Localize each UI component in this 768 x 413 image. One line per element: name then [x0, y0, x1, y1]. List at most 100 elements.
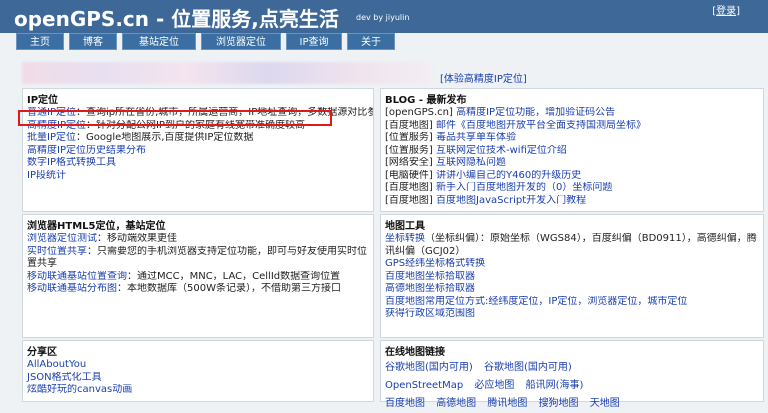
list-item: 高德地图坐标拾取器 — [381, 283, 763, 296]
nav-blog[interactable]: 博客 — [69, 33, 117, 50]
list-item: 高精度IP定位：针对分配公网IP到户的家庭有线宽带准确度较高 — [23, 120, 373, 133]
ip-range-stats-link[interactable]: IP段统计 — [27, 170, 66, 181]
blog-post-link[interactable]: 毒品共享单车体验 — [436, 132, 516, 143]
google-maps-link[interactable]: 谷歌地图(国内可用) — [385, 362, 473, 373]
blog-panel: BLOG - 最新发布 [openGPS.cn] 高精度IP定位功能，增加验证码… — [380, 88, 764, 212]
nav-home[interactable]: 主页 — [16, 33, 64, 50]
list-item: 百度地图坐标拾取器 — [381, 271, 763, 284]
ip-location-panel: IP定位 普通IP定位：查询ip所在省份,城市，所属运营商，IP地址查询，多数据… — [22, 88, 374, 212]
online-maps-panel: 在线地图链接 谷歌地图(国内可用) 谷歌地图(国内可用) OpenStreetM… — [380, 340, 764, 409]
panel-title: 分享区 — [27, 347, 57, 358]
blog-post-link[interactable]: 互联网隐私问题 — [436, 157, 506, 168]
list-item: 高精度IP定位历史结果分布 — [23, 145, 373, 158]
baidu-coord-picker-link[interactable]: 百度地图坐标拾取器 — [385, 271, 475, 282]
browser-html5-panel: 浏览器HTML5定位，基站定位 浏览器定位测试：移动端效果更佳 实时位置共享：只… — [22, 214, 374, 338]
list-item: GPS经纬坐标格式转换 — [381, 258, 763, 271]
list-item: [openGPS.cn] 高精度IP定位功能，增加验证码公告 — [381, 107, 763, 120]
site-logo[interactable]: openGPS.cn - 位置服务,点亮生活 — [14, 3, 339, 32]
batch-ip-location-link[interactable]: 批量IP定位 — [27, 132, 76, 143]
list-item: [电脑硬件] 讲讲小编自己的Y460的升级历史 — [381, 170, 763, 183]
panel-title: 浏览器HTML5定位，基站定位 — [27, 221, 166, 232]
try-high-accuracy-ip-link[interactable]: [体验高精度IP定位] — [440, 70, 527, 85]
item-desc: ：针对分配公网IP到户的家庭有线宽带准确度较高 — [85, 119, 305, 131]
blog-tag: [电脑硬件] — [385, 169, 433, 181]
byline: dev by jiyulin — [356, 13, 410, 22]
realtime-location-share-link[interactable]: 实时位置共享 — [27, 246, 87, 257]
nav-browser-location[interactable]: 浏览器定位 — [201, 33, 281, 50]
list-item: 移动联通基站位置查询：通过MCC，MNC，LAC，CellId数据查询位置 — [23, 271, 373, 284]
list-item: JSON格式化工具 — [23, 372, 373, 385]
list-item: 数字IP格式转换工具 — [23, 157, 373, 170]
list-item: 炫酷好玩的canvas动画 — [23, 384, 373, 397]
amap-coord-picker-link[interactable]: 高德地图坐标拾取器 — [385, 283, 475, 294]
item-desc: ：通过MCC，MNC，LAC，CellId数据查询位置 — [127, 270, 341, 282]
openstreetmap-link[interactable]: OpenStreetMap — [385, 380, 463, 391]
item-desc: ：移动端效果更佳 — [97, 233, 177, 244]
canvas-animation-link[interactable]: 炫酷好玩的canvas动画 — [27, 384, 132, 395]
numeric-ip-convert-link[interactable]: 数字IP格式转换工具 — [27, 157, 116, 168]
map-links-row: 百度地图 高德地图 腾讯地图 搜狗地图 天地图 — [381, 395, 763, 413]
google-maps-link-2[interactable]: 谷歌地图(国内可用) — [484, 362, 572, 373]
blog-post-link[interactable]: 互联网定位技术-wifi定位介绍 — [436, 145, 567, 156]
blog-post-link[interactable]: 新手入门百度地图开发的（0）坐标问题 — [436, 182, 612, 193]
item-desc: （坐标纠偏）：原始坐标（WGS84），百度纠偏（BD0911），高德纠偏，腾讯纠… — [385, 233, 757, 257]
json-format-link[interactable]: JSON格式化工具 — [27, 372, 102, 383]
banner: [体验高精度IP定位] — [22, 62, 762, 85]
map-tools-panel: 地图工具 坐标转换（坐标纠偏）：原始坐标（WGS84），百度纠偏（BD0911）… — [380, 214, 764, 338]
blog-tag: [百度地图] — [385, 182, 433, 193]
ip-history-distribution-link[interactable]: 高精度IP定位历史结果分布 — [27, 145, 146, 156]
item-desc: ：查询ip所在省份,城市，所属运营商，IP地址查询，多数据源对比参考 — [75, 107, 373, 118]
login-link[interactable]: 登录 — [716, 6, 736, 17]
list-item: 移动联通基站分布图：本地数据库（500W条记录），不借助第三方接口 — [23, 283, 373, 296]
list-item: 实时位置共享：只需要您的手机浏览器支持定位功能，即可与好友使用实时位置共享 — [23, 246, 373, 271]
list-item: AllAboutYou — [23, 359, 373, 372]
blog-post-link[interactable]: 邮件《百度地图开放平台全面支持国测局坐标》 — [436, 120, 646, 131]
panel-title: 地图工具 — [385, 221, 425, 232]
high-accuracy-ip-location-link[interactable]: 高精度IP定位 — [27, 120, 86, 131]
list-item: [百度地图] 新手入门百度地图开发的（0）坐标问题 — [381, 182, 763, 195]
list-item: IP段统计 — [23, 170, 373, 183]
login-bracket-close: ] — [736, 6, 740, 17]
cell-station-query-link[interactable]: 移动联通基站位置查询 — [27, 271, 127, 282]
nav-about[interactable]: 关于 — [347, 33, 395, 50]
shipxy-link[interactable]: 船讯网(海事) — [526, 380, 584, 391]
list-item: [百度地图] 百度地图JavaScript开发入门教程 — [381, 195, 763, 208]
normal-ip-location-link[interactable]: 普通IP定位 — [27, 107, 76, 118]
browser-location-test-link[interactable]: 浏览器定位测试 — [27, 233, 97, 244]
list-item: 百度地图常用定位方式:经纬度定位，IP定位，浏览器定位，城市定位 — [381, 296, 763, 309]
item-desc: ：本地数据库（500W条记录），不借助第三方接口 — [117, 283, 341, 294]
admin-region-map-link[interactable]: 获得行政区域范围图 — [385, 308, 475, 319]
panel-title: IP定位 — [27, 95, 59, 106]
allaboutyou-link[interactable]: AllAboutYou — [27, 359, 86, 370]
share-panel: 分享区 AllAboutYou JSON格式化工具 炫酷好玩的canvas动画 — [22, 340, 374, 402]
list-item: 浏览器定位测试：移动端效果更佳 — [23, 233, 373, 246]
map-links-row: OpenStreetMap 必应地图 船讯网(海事) — [381, 377, 763, 395]
list-item: 坐标转换（坐标纠偏）：原始坐标（WGS84），百度纠偏（BD0911），高德纠偏… — [381, 233, 763, 258]
login-area: [登录] — [712, 2, 740, 17]
blog-post-link[interactable]: 百度地图JavaScript开发入门教程 — [436, 195, 586, 206]
list-item: [百度地图] 邮件《百度地图开放平台全面支持国测局坐标》 — [381, 120, 763, 133]
list-item: 获得行政区域范围图 — [381, 308, 763, 321]
blog-post-link[interactable]: 高精度IP定位功能，增加验证码公告 — [456, 107, 615, 118]
blog-tag: [位置服务] — [385, 132, 433, 143]
panel-title: 在线地图链接 — [385, 347, 445, 358]
nav-ip-query[interactable]: IP查询 — [286, 33, 342, 50]
baidu-location-methods-link[interactable]: 百度地图常用定位方式:经纬度定位，IP定位，浏览器定位，城市定位 — [385, 296, 687, 307]
gps-format-convert-link[interactable]: GPS经纬坐标格式转换 — [385, 258, 485, 269]
blog-tag: [百度地图] — [385, 194, 433, 206]
nav-cell-location[interactable]: 基站定位 — [122, 33, 196, 50]
blog-tag: [网络安全] — [385, 157, 433, 168]
site-header: openGPS.cn - 位置服务,点亮生活 dev by jiyulin [登… — [0, 0, 768, 33]
list-item: 批量IP定位：Google地图展示,百度提供IP定位数据 — [23, 132, 373, 145]
item-desc: ：Google地图展示,百度提供IP定位数据 — [75, 132, 254, 143]
list-item: [位置服务] 互联网定位技术-wifi定位介绍 — [381, 145, 763, 158]
bing-maps-link[interactable]: 必应地图 — [474, 380, 514, 391]
list-item: [位置服务] 毒品共享单车体验 — [381, 132, 763, 145]
coordinate-convert-link[interactable]: 坐标转换 — [385, 233, 425, 244]
map-links-row: 谷歌地图(国内可用) 谷歌地图(国内可用) — [381, 359, 763, 377]
blog-tag: [百度地图] — [385, 119, 433, 131]
blog-tag: [位置服务] — [385, 144, 433, 156]
blog-post-link[interactable]: 讲讲小编自己的Y460的升级历史 — [436, 170, 581, 181]
blurred-banner-image — [22, 62, 432, 84]
cell-station-map-link[interactable]: 移动联通基站分布图 — [27, 283, 117, 294]
